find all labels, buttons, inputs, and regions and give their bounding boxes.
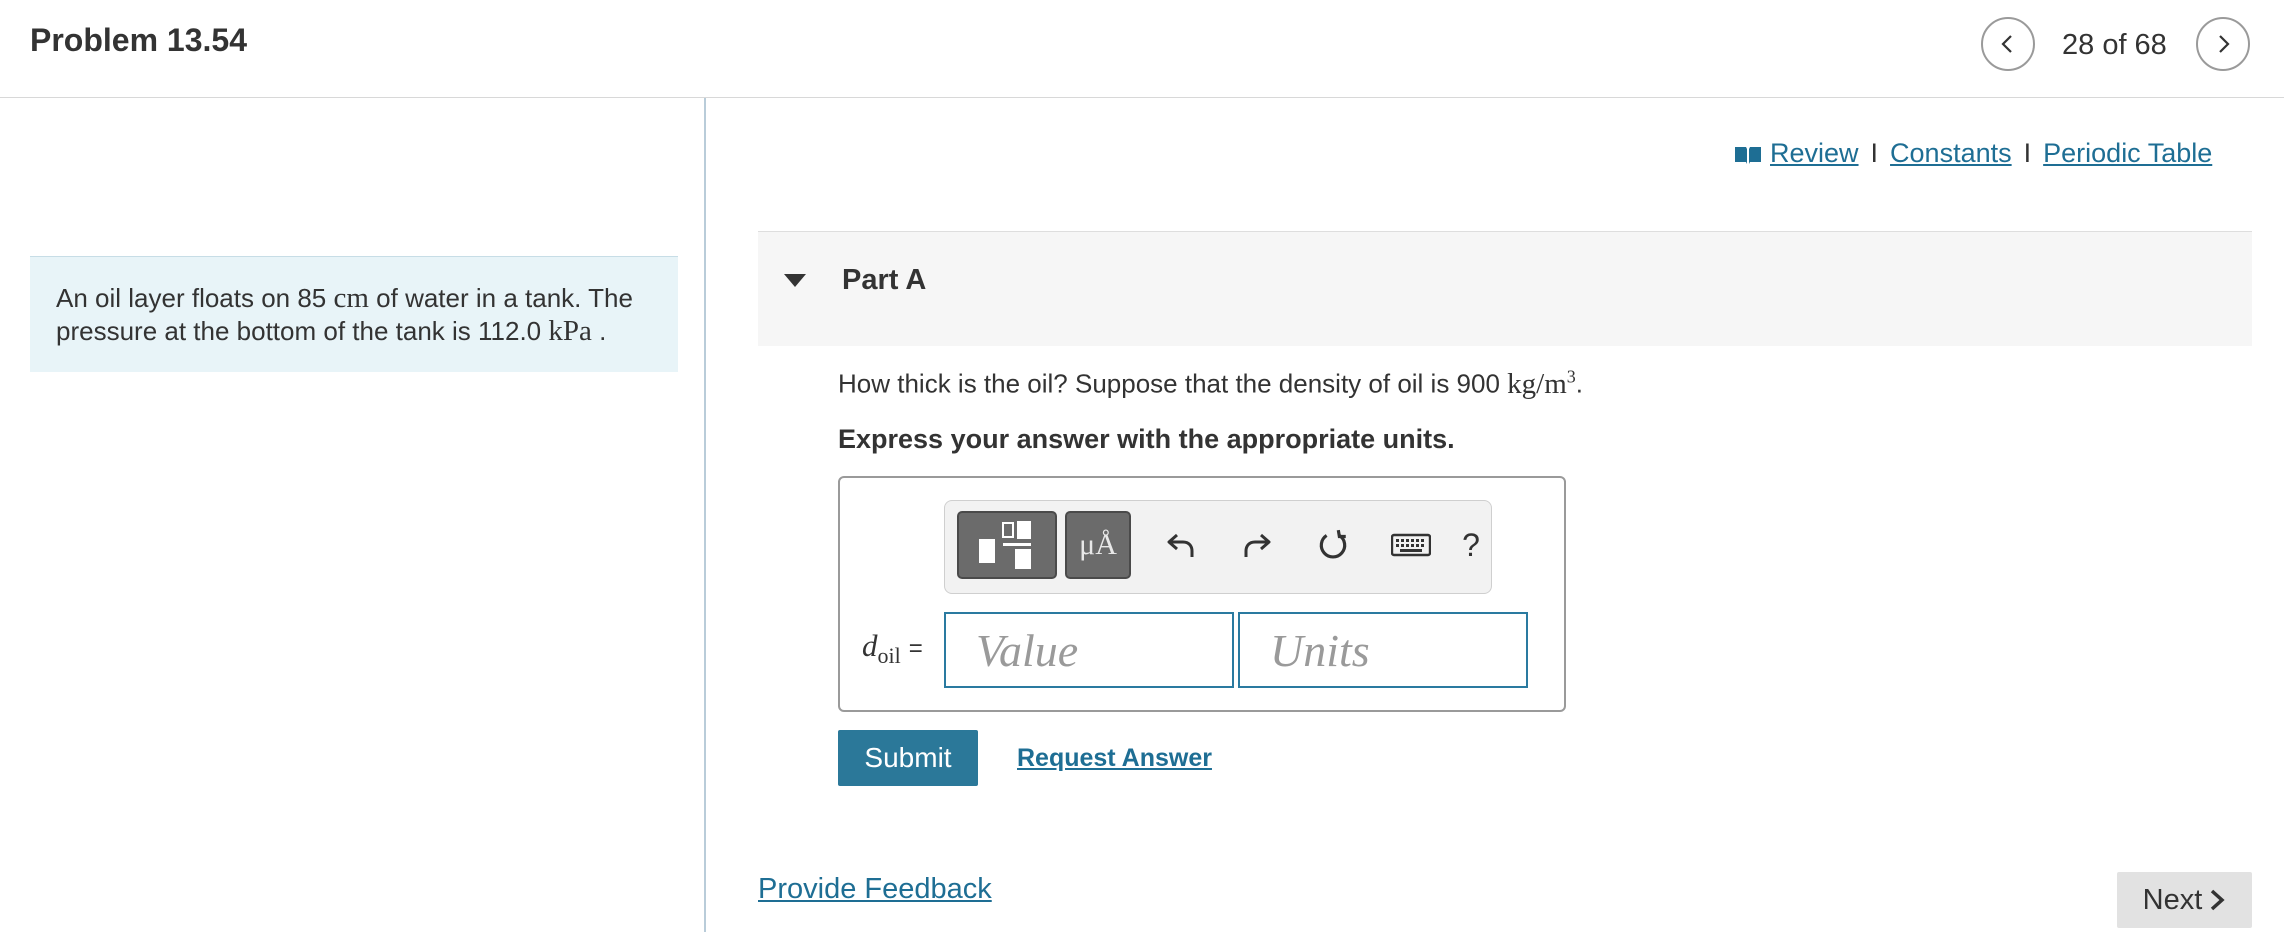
constants-link[interactable]: Constants xyxy=(1890,138,2012,169)
question-text: How thick is the oil? Suppose that the d… xyxy=(838,366,1583,401)
units-button[interactable]: μÅ xyxy=(1065,511,1131,579)
problem-title: Problem 13.54 xyxy=(30,22,247,58)
part-title: Part A xyxy=(842,264,927,296)
problem-unit-kpa: kPa xyxy=(548,315,592,347)
book-icon xyxy=(1735,146,1761,164)
link-separator: I xyxy=(2023,138,2032,168)
question-body: How thick is the oil? Suppose that the d… xyxy=(838,368,1508,399)
help-icon[interactable]: ? xyxy=(1449,523,1493,567)
periodic-table-link[interactable]: Periodic Table xyxy=(2043,138,2212,169)
value-input[interactable] xyxy=(944,612,1234,688)
templates-button[interactable] xyxy=(957,511,1057,579)
density-unit-exponent: 3 xyxy=(1566,366,1576,386)
part-a-header[interactable]: Part A xyxy=(758,231,2252,346)
chevron-left-icon xyxy=(2001,35,2012,53)
chevron-right-icon xyxy=(2219,35,2230,53)
problem-unit-cm: cm xyxy=(333,282,369,314)
problem-statement: An oil layer floats on 85 cm of water in… xyxy=(30,256,678,372)
equals-sign: = xyxy=(908,635,923,662)
redo-icon[interactable] xyxy=(1235,523,1279,567)
review-link-label: Review xyxy=(1770,138,1859,168)
problem-text-part3: . xyxy=(591,316,607,346)
question-end: . xyxy=(1575,368,1584,399)
pane-divider xyxy=(704,98,706,932)
resource-links: Review I Constants I Periodic Table xyxy=(1734,138,2212,169)
next-button[interactable]: Next xyxy=(2117,872,2252,928)
request-answer-link[interactable]: Request Answer xyxy=(1017,744,1212,773)
math-toolbar: μÅ ? xyxy=(944,500,1492,594)
submit-button[interactable]: Submit xyxy=(838,730,978,786)
density-unit: kg/m3 xyxy=(1507,366,1576,400)
variable-label: doil = xyxy=(862,628,923,669)
problem-text-part1: An oil layer floats on 85 xyxy=(56,283,334,313)
variable-symbol: d xyxy=(862,628,878,663)
chevron-right-icon xyxy=(2211,889,2225,911)
caret-down-icon[interactable] xyxy=(784,274,806,287)
reset-icon[interactable] xyxy=(1311,523,1355,567)
header-bar: Problem 13.54 28 of 68 xyxy=(0,0,2284,98)
variable-subscript: oil xyxy=(877,643,901,669)
undo-icon[interactable] xyxy=(1159,523,1203,567)
previous-problem-button[interactable] xyxy=(1981,17,2035,71)
provide-feedback-link[interactable]: Provide Feedback xyxy=(758,873,992,906)
review-link[interactable]: Review xyxy=(1734,138,1859,169)
answer-box: μÅ ? doil = xyxy=(838,476,1566,712)
next-button-label: Next xyxy=(2142,883,2203,916)
keyboard-icon[interactable] xyxy=(1389,523,1433,567)
page-count: 28 of 68 xyxy=(2062,29,2167,61)
density-unit-base: kg/m xyxy=(1507,367,1567,400)
units-input[interactable] xyxy=(1238,612,1528,688)
link-separator: I xyxy=(1870,138,1879,168)
instruction-text: Express your answer with the appropriate… xyxy=(838,424,1455,454)
templates-icon xyxy=(979,521,1031,569)
next-problem-button[interactable] xyxy=(2196,17,2250,71)
